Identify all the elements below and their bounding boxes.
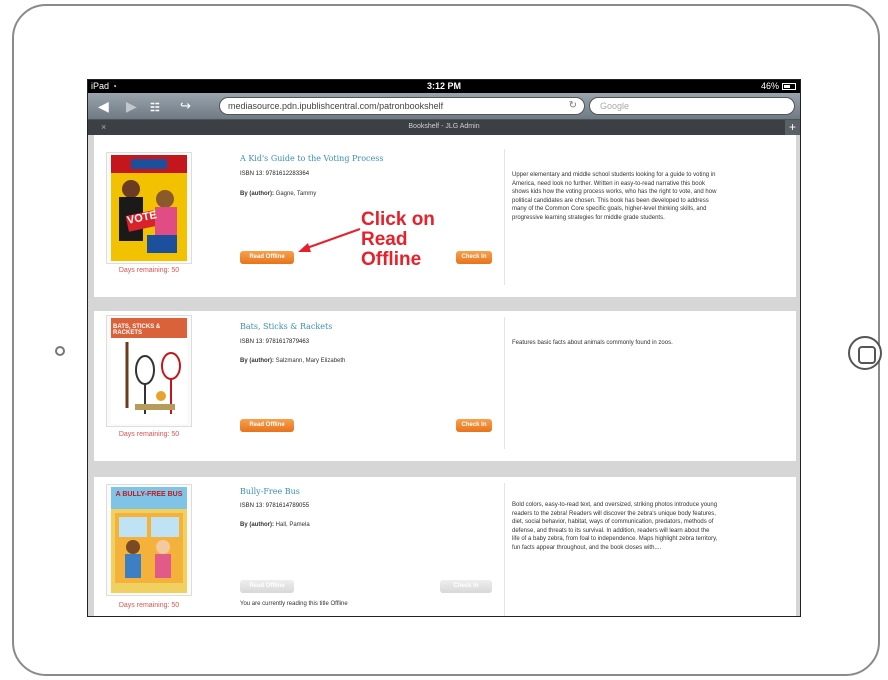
annotation-line: Read (361, 229, 408, 250)
status-bar: iPad ◔ 3:12 PM 46% (88, 80, 800, 93)
cover-title: BATS, STICKS & RACKETS (113, 324, 161, 336)
author-name: Hall, Pamela (275, 522, 310, 528)
book-cover[interactable]: A BULLY-FREE BUS (106, 484, 192, 596)
annotation-line: Click on (361, 209, 435, 230)
divider (504, 317, 505, 449)
book-isbn: ISBN 13: 9781614789055 (240, 503, 310, 509)
book-cover-image: VOTE (111, 155, 187, 261)
annotation-text: Click on Read Offline (361, 210, 461, 270)
browser-toolbar: ◀ ▶ ☷ ↪ mediasource.pdn.ipublishcentral.… (88, 93, 800, 120)
days-remaining: Days remaining: 50 (118, 267, 180, 274)
author-label: By (author): (240, 358, 274, 364)
tab-bookshelf[interactable]: Bookshelf - JLG Admin (88, 123, 800, 130)
divider (504, 483, 505, 616)
camera-icon (55, 346, 65, 356)
forward-arrow-icon[interactable]: ▶ (126, 98, 137, 114)
author-name: Salzmann, Mary Elizabeth (275, 358, 346, 364)
check-in-button[interactable]: Check In (456, 251, 492, 264)
read-offline-button[interactable]: Read Offline (240, 251, 294, 264)
book-cover[interactable]: VOTE (106, 152, 192, 264)
book-cover-image: BATS, STICKS & RACKETS (111, 318, 187, 424)
author-label: By (author): (240, 191, 274, 197)
offline-note: You are currently reading this title Off… (240, 601, 348, 607)
new-tab-button[interactable]: + (785, 120, 800, 135)
bookshelf-content: VOTE Days remaining: 50 A Kid's Guide to… (88, 135, 800, 616)
book-description: Upper elementary and middle school stude… (512, 172, 717, 221)
back-arrow-icon[interactable]: ◀ (98, 98, 109, 114)
book-card: A BULLY-FREE BUS Days remaining: 50 Bull… (94, 477, 796, 616)
annotation-arrow-icon (298, 228, 361, 252)
check-in-button[interactable]: Check In (456, 419, 492, 432)
book-author: By (author): Hall, Pamela (240, 522, 310, 528)
read-offline-button[interactable]: Read Offline (240, 419, 294, 432)
book-title[interactable]: Bully-Free Bus (240, 487, 300, 496)
reload-icon[interactable]: ↻ (569, 100, 577, 111)
book-isbn: ISBN 13: 9781617879463 (240, 339, 310, 345)
status-time: 3:12 PM (426, 81, 461, 91)
book-card: VOTE Days remaining: 50 A Kid's Guide to… (94, 135, 796, 297)
url-text: mediasource.pdn.ipublishcentral.com/patr… (228, 101, 444, 111)
read-offline-button[interactable]: Read Offline (240, 580, 294, 593)
book-author: By (author): Salzmann, Mary Elizabeth (240, 358, 345, 364)
book-title[interactable]: A Kid's Guide to the Voting Process (240, 154, 383, 163)
check-in-button[interactable]: Check In (440, 580, 492, 593)
home-button[interactable] (848, 336, 882, 370)
book-card: BATS, STICKS & RACKETS Days remaining: 5… (94, 311, 796, 461)
book-isbn: ISBN 13: 9781612283364 (240, 171, 310, 177)
annotation-line: Offline (361, 249, 422, 270)
author-name: Gagne, Tammy (275, 191, 317, 197)
url-input[interactable]: mediasource.pdn.ipublishcentral.com/patr… (219, 97, 585, 115)
tab-strip: × Bookshelf - JLG Admin + (88, 120, 800, 135)
search-placeholder: Google (600, 101, 630, 111)
cover-title: A BULLY-FREE BUS (115, 491, 183, 498)
search-input[interactable]: Google (589, 97, 795, 115)
book-cover-image: A BULLY-FREE BUS (111, 487, 187, 593)
book-description: Features basic facts about animals commo… (512, 340, 673, 346)
battery-percent: 46% (760, 81, 779, 91)
book-title[interactable]: Bats, Sticks & Rackets (240, 322, 332, 331)
book-description: Bold colors, easy-to-read text, and over… (512, 502, 718, 551)
divider (504, 149, 505, 285)
author-label: By (author): (240, 522, 274, 528)
share-icon[interactable]: ↪ (180, 98, 191, 114)
bookmarks-icon[interactable]: ☷ (150, 100, 160, 116)
ipad-screen: iPad ◔ 3:12 PM 46% ◀ ▶ ☷ ↪ mediasource.p… (87, 79, 801, 617)
book-author: By (author): Gagne, Tammy (240, 191, 316, 197)
book-cover[interactable]: BATS, STICKS & RACKETS (106, 315, 192, 427)
battery-icon (782, 82, 796, 90)
days-remaining: Days remaining: 50 (118, 602, 180, 609)
days-remaining: Days remaining: 50 (118, 431, 180, 438)
